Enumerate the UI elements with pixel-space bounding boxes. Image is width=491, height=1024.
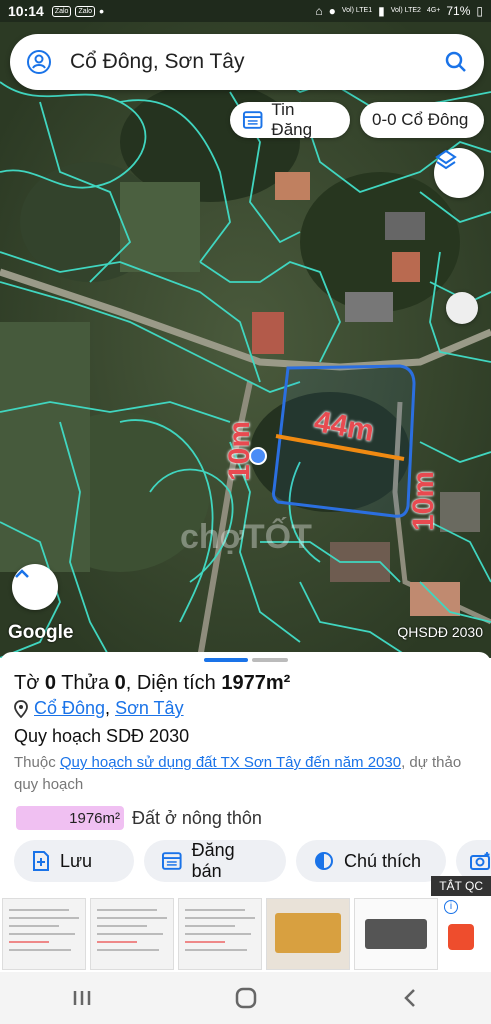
field-patch xyxy=(120,182,200,272)
roof xyxy=(345,292,393,322)
network-2: Vol) LTE2 xyxy=(390,7,421,14)
title-text: Thửa xyxy=(56,672,115,694)
network-1: Vol) LTE1 xyxy=(341,7,373,14)
info-icon: i xyxy=(444,900,458,914)
field-patch xyxy=(0,322,90,572)
camera-plus-icon xyxy=(470,852,490,870)
listing-icon xyxy=(242,111,263,129)
location-separator: , xyxy=(105,698,116,718)
dot-icon: • xyxy=(99,3,104,19)
parcel-chip-label: 0-0 Cổ Đông xyxy=(372,110,469,129)
status-time: 10:14 xyxy=(8,3,44,19)
status-bar: 10:14 Zalo Zalo • ⌂ ● Vol) LTE1 ▮ Vol) L… xyxy=(0,0,491,22)
save-button[interactable]: Lưu xyxy=(14,840,134,882)
roof xyxy=(275,172,310,200)
map-layer-label: QHSDĐ 2030 xyxy=(397,624,483,640)
ad-banner[interactable]: i xyxy=(0,898,491,972)
chevron-up-icon xyxy=(15,569,29,578)
parcel-chip[interactable]: 0-0 Cổ Đông xyxy=(360,102,484,138)
signal-icon: ▮ xyxy=(378,4,385,18)
sheet-handle-active[interactable] xyxy=(204,658,248,662)
sheet-number: 0 xyxy=(44,672,57,694)
town-link[interactable]: Sơn Tây xyxy=(115,698,184,718)
description-prefix: Thuộc xyxy=(14,754,60,771)
parcel-location: Cổ Đông, Sơn Tây xyxy=(14,698,184,719)
network-type: 4G+ xyxy=(426,7,441,14)
land-use-label: Đất ở nông thôn xyxy=(132,807,262,828)
legend-button-label: Chú thích xyxy=(344,850,422,871)
save-plus-icon xyxy=(33,851,49,871)
title-text: Tờ xyxy=(14,672,45,694)
action-row: Lưu Đăng bán Chú thích xyxy=(14,840,491,882)
ad-product-image[interactable] xyxy=(266,898,350,970)
parcel-number: 0 xyxy=(114,672,126,694)
ad-thumbnail[interactable] xyxy=(2,898,86,970)
legend-icon xyxy=(315,852,333,870)
google-logo: Google xyxy=(8,622,74,643)
post-for-sale-label: Đăng bán xyxy=(191,840,235,881)
home-status-icon: ⌂ xyxy=(315,4,323,18)
sheet-handle[interactable] xyxy=(252,658,288,662)
search-query[interactable]: Cổ Đông, Sơn Tây xyxy=(70,50,444,74)
parcel-title: Tờ 0 Thửa 0, Diện tích 1977m² xyxy=(14,672,290,695)
system-nav-bar xyxy=(0,972,491,1024)
dimension-label-left: 10m xyxy=(223,420,257,482)
expand-sheet-button[interactable] xyxy=(12,564,58,610)
roof xyxy=(385,212,425,240)
recent-apps-icon[interactable] xyxy=(71,988,93,1008)
watermark: chợTỐT xyxy=(180,518,312,556)
land-use-swatch: 1976m² xyxy=(16,806,124,830)
compass-button[interactable] xyxy=(446,292,478,324)
search-icon[interactable] xyxy=(444,50,468,74)
save-button-label: Lưu xyxy=(60,850,93,871)
listing-icon xyxy=(162,852,182,870)
legend-button[interactable]: Chú thích xyxy=(296,840,446,882)
commune-link[interactable]: Cổ Đông xyxy=(34,698,105,718)
title-text: , Diện tích xyxy=(125,672,222,694)
shopee-logo[interactable]: i xyxy=(442,898,482,970)
ad-thumbnail[interactable] xyxy=(178,898,262,970)
roof xyxy=(252,312,284,354)
roof xyxy=(440,492,480,532)
plan-description: Thuộc Quy hoạch sử dụng đất TX Sơn Tây đ… xyxy=(14,752,484,796)
dimension-label-right: 10m xyxy=(407,470,441,532)
land-use-legend: 1976m² Đất ở nông thôn xyxy=(16,806,262,830)
listing-chip-label: Tin Đăng xyxy=(271,100,313,139)
home-icon[interactable] xyxy=(234,986,258,1010)
close-ad-button[interactable]: TẮT QC xyxy=(431,876,491,896)
post-for-sale-button[interactable]: Đăng bán xyxy=(144,840,286,882)
ad-product-image[interactable] xyxy=(354,898,438,970)
zalo-icon: Zalo xyxy=(51,5,72,17)
layers-icon xyxy=(435,149,457,170)
ad-thumbnail[interactable] xyxy=(90,898,174,970)
listing-chip[interactable]: Tin Đăng xyxy=(230,100,350,139)
roof xyxy=(392,252,420,282)
zalo-icon: Zalo xyxy=(75,5,96,17)
battery-level: 71% xyxy=(446,4,471,18)
plan-link[interactable]: Quy hoạch sử dụng đất TX Sơn Tây đến năm… xyxy=(60,754,401,771)
location-status-icon: ● xyxy=(328,4,336,18)
battery-icon: ▯ xyxy=(476,4,483,18)
screen: 10:14 Zalo Zalo • ⌂ ● Vol) LTE1 ▮ Vol) L… xyxy=(0,0,491,1024)
status-right: ⌂ ● Vol) LTE1 ▮ Vol) LTE2 4G+ 71% ▯ xyxy=(315,4,483,18)
back-icon[interactable] xyxy=(400,987,420,1009)
roof xyxy=(410,582,460,616)
search-bar[interactable]: Cổ Đông, Sơn Tây xyxy=(10,34,484,90)
plan-title: Quy hoạch SDĐ 2030 xyxy=(14,726,190,746)
layers-button[interactable] xyxy=(434,148,484,198)
location-pin-icon xyxy=(14,699,28,718)
shopee-bag-icon xyxy=(448,924,474,950)
location-person-icon[interactable] xyxy=(26,49,52,75)
parcel-area: 1977m² xyxy=(221,672,291,694)
tree-cluster xyxy=(300,172,460,312)
